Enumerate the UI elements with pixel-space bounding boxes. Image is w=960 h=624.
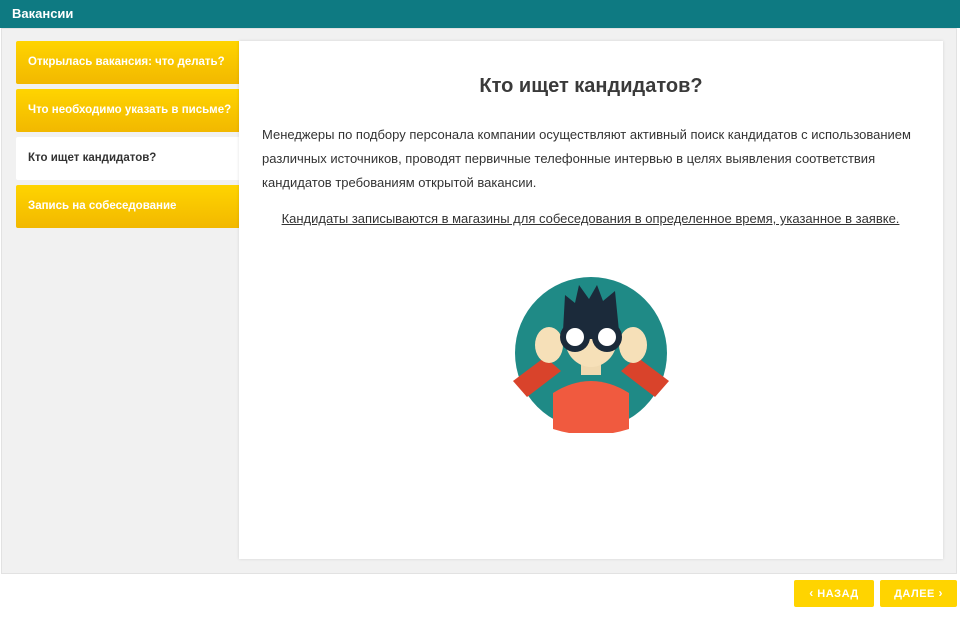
tab-who-searches[interactable]: Кто ищет кандидатов?	[16, 137, 239, 180]
content-panel: Кто ищет кандидатов? Менеджеры по подбор…	[239, 41, 943, 559]
tab-list: Открылась вакансия: что делать? Что необ…	[16, 41, 239, 233]
slide-stage: Открылась вакансия: что делать? Что необ…	[1, 28, 957, 574]
content-title: Кто ищет кандидатов?	[479, 75, 703, 97]
person-binoculars-illustration	[513, 277, 669, 433]
tab-interview-booking[interactable]: Запись на собеседование	[16, 185, 239, 228]
window-title: Вакансии	[0, 0, 960, 28]
binoculars-left-lens	[566, 328, 584, 346]
content-paragraph: Менеджеры по подбору персонала компании …	[262, 127, 911, 190]
chevron-right-icon: ›	[938, 586, 943, 600]
next-button-label: ДАЛЕЕ	[894, 588, 935, 600]
chevron-left-icon: ‹	[809, 586, 814, 600]
content-link[interactable]: Кандидаты записываются в магазины для со…	[279, 207, 902, 231]
back-button[interactable]: ‹ НАЗАД	[794, 580, 874, 607]
back-button-label: НАЗАД	[817, 588, 859, 600]
right-hand	[619, 327, 647, 363]
tab-vacancy-opened[interactable]: Открылась вакансия: что делать?	[16, 41, 239, 84]
left-hand	[535, 327, 563, 363]
binoculars-right-lens	[598, 328, 616, 346]
next-button[interactable]: ДАЛЕЕ ›	[880, 580, 957, 607]
sweater	[553, 381, 629, 433]
tab-letter-contents[interactable]: Что необходимо указать в письме?	[16, 89, 239, 132]
